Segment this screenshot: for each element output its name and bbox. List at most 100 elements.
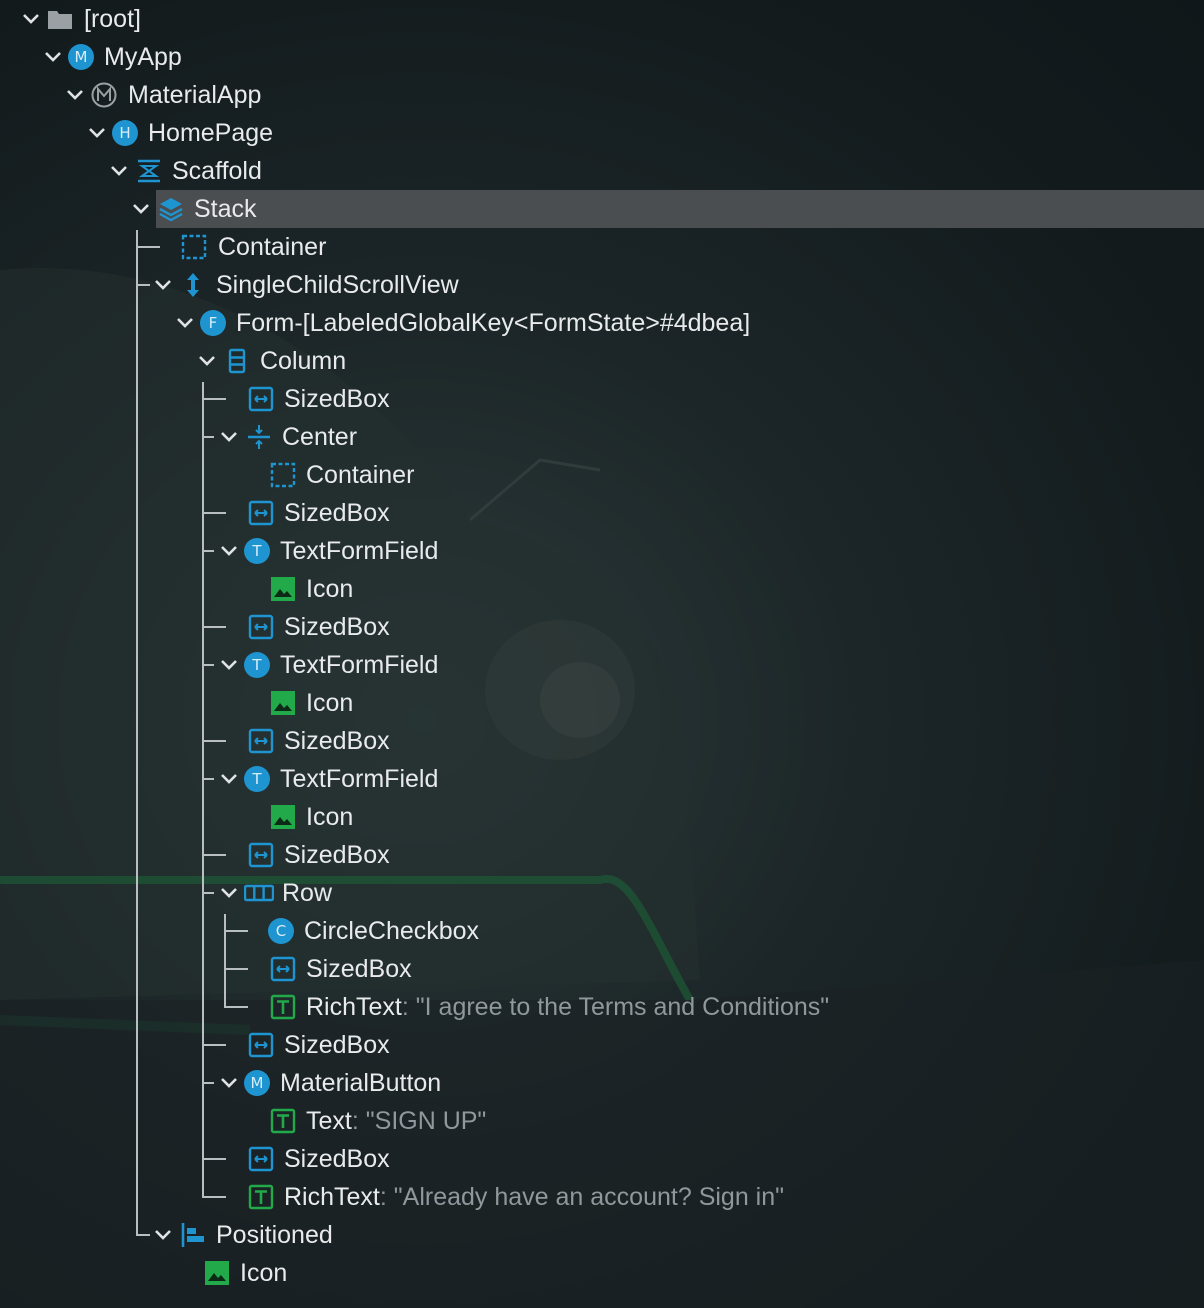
node-label: Icon (240, 1259, 288, 1287)
chevron-down-icon[interactable] (152, 274, 174, 296)
node-label: Stack (194, 195, 257, 223)
tree-node-materialbutton[interactable]: M MaterialButton (0, 1064, 1204, 1102)
chevron-down-icon[interactable] (218, 768, 240, 790)
sizedbox-icon (248, 842, 274, 868)
tree-node-column[interactable]: Column (0, 342, 1204, 380)
node-label: Text: "SIGN UP" (306, 1108, 486, 1134)
tree-node-singlechildscrollview[interactable]: SingleChildScrollView (0, 266, 1204, 304)
sizedbox-icon (270, 956, 296, 982)
column-icon (228, 348, 246, 374)
node-label: SizedBox (284, 613, 390, 641)
tree-node-sizedbox[interactable]: SizedBox (0, 950, 1204, 988)
tree-node-positioned[interactable]: Positioned (0, 1216, 1204, 1254)
chevron-down-icon[interactable] (130, 198, 152, 220)
sizedbox-icon (248, 614, 274, 640)
scroll-arrows-icon (187, 273, 199, 297)
node-label: Icon (306, 575, 354, 603)
tree-node-circlecheckbox[interactable]: C CircleCheckbox (0, 912, 1204, 950)
node-label: Row (282, 879, 333, 907)
tree-node-myapp[interactable]: M MyApp (0, 38, 1204, 76)
chevron-down-icon[interactable] (218, 426, 240, 448)
layers-icon (159, 198, 183, 222)
tree-node-sizedbox[interactable]: SizedBox (0, 1140, 1204, 1178)
tree-node-scaffold[interactable]: Scaffold (0, 152, 1204, 190)
tree-node-textformfield[interactable]: T TextFormField (0, 532, 1204, 570)
row-icon (244, 884, 274, 902)
tree-node-sizedbox[interactable]: SizedBox (0, 836, 1204, 874)
tree-node-icon[interactable]: Icon (0, 1254, 1204, 1292)
node-label: RichText: "Already have an account? Sign… (284, 1184, 784, 1210)
tree-node-sizedbox[interactable]: SizedBox (0, 494, 1204, 532)
tree-node-sizedbox[interactable]: SizedBox (0, 722, 1204, 760)
node-name: Text (306, 1107, 352, 1135)
tree-node-root[interactable]: [root] (0, 0, 1204, 38)
tree-node-sizedbox[interactable]: SizedBox (0, 608, 1204, 646)
tree-node-icon[interactable]: Icon (0, 570, 1204, 608)
node-label: TextFormField (280, 765, 439, 793)
tree-node-icon[interactable]: Icon (0, 798, 1204, 836)
widget-badge-icon: T (244, 766, 270, 792)
tree-node-container[interactable]: Container (0, 456, 1204, 494)
node-label: TextFormField (280, 537, 439, 565)
tree-node-container[interactable]: Container (0, 228, 1204, 266)
node-label: Positioned (216, 1221, 333, 1249)
node-value: "Already have an account? Sign in" (393, 1183, 785, 1211)
chevron-down-icon[interactable] (218, 540, 240, 562)
node-value: "SIGN UP" (365, 1107, 487, 1135)
tree-node-homepage[interactable]: H HomePage (0, 114, 1204, 152)
tree-node-row[interactable]: Row (0, 874, 1204, 912)
image-icon (205, 1261, 229, 1285)
sizedbox-icon (248, 1146, 274, 1172)
value-separator: : (351, 1107, 359, 1135)
chevron-down-icon[interactable] (42, 46, 64, 68)
tree-node-stack[interactable]: Stack (0, 190, 1204, 228)
chevron-down-icon[interactable] (218, 882, 240, 904)
node-label: CircleCheckbox (304, 917, 480, 945)
value-separator: : (379, 1183, 387, 1211)
tree-node-textformfield[interactable]: T TextFormField (0, 646, 1204, 684)
text-icon (270, 1108, 296, 1134)
sizedbox-icon (248, 386, 274, 412)
value-separator: : (401, 993, 409, 1021)
chevron-down-icon[interactable] (152, 1224, 174, 1246)
scaffold-icon (138, 159, 160, 183)
tree-node-text[interactable]: Text: "SIGN UP" (0, 1102, 1204, 1140)
node-name: RichText (306, 993, 402, 1021)
node-label: RichText: "I agree to the Terms and Cond… (306, 994, 829, 1020)
node-label: HomePage (148, 119, 274, 147)
tree-node-richtext[interactable]: RichText: "Already have an account? Sign… (0, 1178, 1204, 1216)
tree-node-icon[interactable]: Icon (0, 684, 1204, 722)
tree-node-sizedbox[interactable]: SizedBox (0, 1026, 1204, 1064)
chevron-down-icon[interactable] (196, 350, 218, 372)
tree-node-materialapp[interactable]: MaterialApp (0, 76, 1204, 114)
tree-node-textformfield[interactable]: T TextFormField (0, 760, 1204, 798)
node-value: "I agree to the Terms and Conditions" (415, 993, 830, 1021)
sizedbox-icon (248, 500, 274, 526)
material-logo-icon (91, 82, 117, 108)
widget-badge-icon: M (68, 44, 94, 70)
chevron-down-icon[interactable] (218, 1072, 240, 1094)
node-label: MaterialButton (280, 1069, 442, 1097)
tree-node-center[interactable]: Center (0, 418, 1204, 456)
node-label: MaterialApp (128, 81, 262, 109)
node-label: TextFormField (280, 651, 439, 679)
chevron-down-icon[interactable] (20, 8, 42, 30)
chevron-down-icon[interactable] (86, 122, 108, 144)
text-icon (248, 1184, 274, 1210)
tree-node-richtext[interactable]: RichText: "I agree to the Terms and Cond… (0, 988, 1204, 1026)
node-label: Container (218, 233, 327, 261)
widget-badge-icon: H (112, 120, 138, 146)
container-icon (181, 234, 207, 260)
tree-node-form[interactable]: F Form-[LabeledGlobalKey<FormState>#4dbe… (0, 304, 1204, 342)
node-label: Column (260, 347, 347, 375)
node-label: SizedBox (284, 499, 390, 527)
sizedbox-icon (248, 1032, 274, 1058)
chevron-down-icon[interactable] (108, 160, 130, 182)
chevron-down-icon[interactable] (218, 654, 240, 676)
tree-node-sizedbox[interactable]: SizedBox (0, 380, 1204, 418)
chevron-down-icon[interactable] (174, 312, 196, 334)
node-label: Scaffold (172, 157, 262, 185)
sizedbox-icon (248, 728, 274, 754)
widget-badge-icon: C (268, 918, 294, 944)
chevron-down-icon[interactable] (64, 84, 86, 106)
